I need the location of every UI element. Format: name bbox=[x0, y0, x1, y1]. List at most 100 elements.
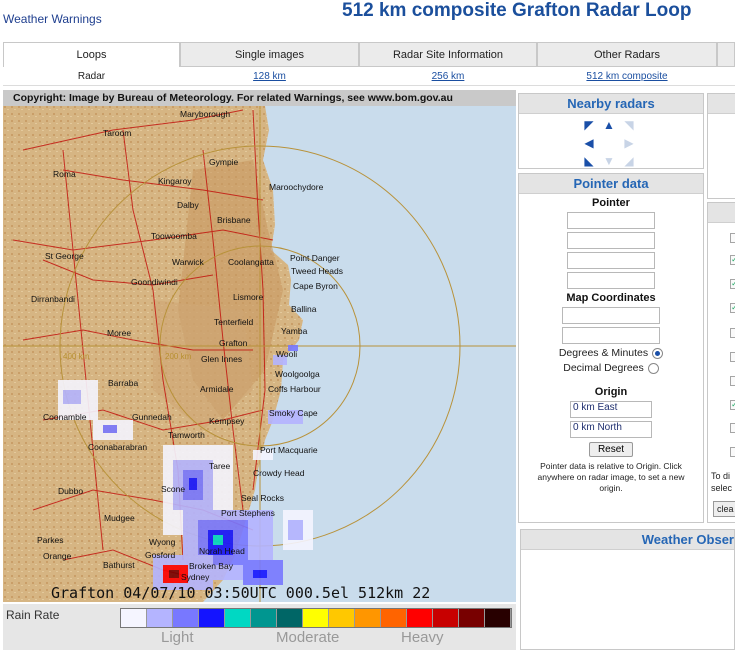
place-label: Wooli bbox=[276, 349, 298, 359]
nearby-radar-arrows: ◤ ▲ ◥ ◀ ▶ ◣ ▼ ◢ bbox=[581, 117, 641, 173]
legend-swatch bbox=[277, 609, 303, 627]
layer-checkbox[interactable]: ✓ bbox=[730, 303, 735, 313]
arrow-northeast-icon: ◥ bbox=[624, 118, 634, 132]
pointer-note: Pointer data is relative to Origin. Clic… bbox=[537, 461, 685, 493]
arrow-southeast-icon: ◢ bbox=[624, 154, 634, 168]
place-label: Scone bbox=[161, 484, 186, 494]
legend-swatches bbox=[120, 608, 512, 628]
tab-other-radars[interactable]: Other Radars bbox=[537, 43, 717, 67]
range-link-128[interactable]: 128 km bbox=[253, 71, 286, 82]
arrow-southwest-icon[interactable]: ◣ bbox=[581, 153, 597, 169]
place-label: Wyong bbox=[149, 537, 176, 547]
origin-label: Origin bbox=[594, 386, 628, 398]
range-link-512[interactable]: 512 km composite bbox=[586, 71, 667, 82]
layer-checkbox[interactable] bbox=[730, 328, 735, 338]
pointer-field-4[interactable] bbox=[567, 272, 655, 289]
pointer-field-1[interactable] bbox=[567, 212, 655, 229]
side-panel-top bbox=[707, 93, 735, 199]
radar-map bbox=[3, 106, 516, 602]
place-label: Toowoomba bbox=[151, 231, 197, 241]
place-label: Maryborough bbox=[180, 109, 231, 119]
weather-warnings-link[interactable]: Weather Warnings bbox=[3, 12, 102, 26]
place-label: Kingaroy bbox=[158, 176, 192, 186]
place-label: Dubbo bbox=[58, 486, 84, 496]
tab-single-images[interactable]: Single images bbox=[180, 43, 359, 67]
legend-swatch bbox=[459, 609, 485, 627]
layer-checkbox[interactable] bbox=[730, 376, 735, 386]
place-label: Kempsey bbox=[209, 416, 245, 426]
legend-level-moderate: Moderate bbox=[276, 629, 340, 646]
place-label: Orange bbox=[43, 551, 72, 561]
place-label: Port Stephens bbox=[221, 508, 275, 518]
place-label: Coonamble bbox=[43, 412, 87, 422]
place-label: Yamba bbox=[281, 326, 308, 336]
tab-radar-site-information[interactable]: Radar Site Information bbox=[359, 43, 537, 67]
radar-image[interactable]: Copyright: Image by Bureau of Meteorolog… bbox=[3, 90, 516, 602]
place-label: Tenterfield bbox=[214, 317, 254, 327]
degrees-minutes-label: Degrees & Minutes bbox=[558, 347, 649, 359]
place-label: Gympie bbox=[209, 157, 239, 167]
decimal-degrees-label: Decimal Degrees bbox=[563, 362, 644, 374]
place-label: Grafton bbox=[219, 338, 248, 348]
arrow-north-icon[interactable]: ▲ bbox=[601, 117, 617, 133]
origin-east-field[interactable]: 0 km East bbox=[570, 401, 652, 418]
tab-bar: Loops Single images Radar Site Informati… bbox=[3, 42, 735, 67]
side-text-2: selec bbox=[711, 483, 733, 493]
place-label: Armidale bbox=[200, 384, 234, 394]
layer-checkbox[interactable]: ✓ bbox=[730, 279, 735, 289]
place-label: Tamworth bbox=[168, 430, 205, 440]
place-label: Bathurst bbox=[103, 560, 135, 570]
map-coordinate-field-2[interactable] bbox=[562, 327, 660, 344]
place-label: Gunnedah bbox=[132, 412, 172, 422]
place-label: Barraba bbox=[108, 378, 139, 388]
legend-swatch bbox=[225, 609, 251, 627]
legend-swatch bbox=[147, 609, 173, 627]
layer-checkbox[interactable] bbox=[730, 352, 735, 362]
range-link-256[interactable]: 256 km bbox=[432, 71, 465, 82]
side-text-1: To di bbox=[711, 471, 731, 481]
place-label: Parkes bbox=[37, 535, 64, 545]
arrow-northwest-icon[interactable]: ◤ bbox=[581, 117, 597, 133]
decimal-degrees-radio[interactable] bbox=[647, 362, 659, 374]
place-label: Taroom bbox=[103, 128, 132, 138]
legend-swatch bbox=[485, 609, 511, 627]
place-label: Gosford bbox=[145, 550, 176, 560]
pointer-field-3[interactable] bbox=[567, 252, 655, 269]
legend-level-heavy: Heavy bbox=[401, 629, 444, 646]
tab-loops[interactable]: Loops bbox=[3, 43, 180, 67]
map-coordinate-field-1[interactable] bbox=[562, 307, 660, 324]
pointer-label: Pointer bbox=[592, 197, 630, 209]
legend-swatch bbox=[433, 609, 459, 627]
place-label: Broken Bay bbox=[189, 561, 233, 571]
legend-swatch bbox=[199, 609, 225, 627]
origin-north-field[interactable]: 0 km North bbox=[570, 421, 652, 438]
clear-button[interactable]: clea bbox=[713, 501, 735, 517]
place-label: Lismore bbox=[233, 292, 264, 302]
arrow-east-icon: ▶ bbox=[624, 136, 634, 150]
pointer-field-2[interactable] bbox=[567, 232, 655, 249]
arrow-south-icon: ▼ bbox=[603, 154, 615, 168]
pointer-data-panel: Pointer data Pointer Map Coordinates Deg… bbox=[518, 173, 704, 523]
layer-checkbox[interactable] bbox=[730, 447, 735, 457]
arrow-west-icon[interactable]: ◀ bbox=[581, 135, 597, 151]
nearby-radars-panel: Nearby radars ◤ ▲ ◥ ◀ ▶ ◣ ▼ ◢ bbox=[518, 93, 704, 169]
range-subnav: Radar 128 km 256 km 512 km composite bbox=[3, 66, 735, 86]
legend-swatch bbox=[355, 609, 381, 627]
degrees-minutes-radio[interactable] bbox=[652, 347, 664, 359]
legend-level-light: Light bbox=[161, 629, 194, 646]
place-label: Coonabarabran bbox=[88, 442, 148, 452]
reset-button[interactable]: Reset bbox=[588, 442, 634, 457]
subnav-current-radar: Radar bbox=[77, 70, 106, 82]
layer-checkbox[interactable]: ✓ bbox=[730, 255, 735, 265]
place-label: Crowdy Head bbox=[253, 468, 305, 478]
place-label: Moree bbox=[107, 328, 132, 338]
place-label: St George bbox=[45, 251, 84, 261]
ring-label-200: 200 km bbox=[165, 352, 192, 361]
layer-checkbox[interactable] bbox=[730, 423, 735, 433]
layer-checkbox[interactable]: ✓ bbox=[730, 400, 735, 410]
place-label: Dalby bbox=[177, 200, 199, 210]
legend-swatch bbox=[173, 609, 199, 627]
tab-overflow bbox=[717, 43, 735, 67]
pointer-data-title: Pointer data bbox=[519, 174, 703, 194]
layer-checkbox[interactable] bbox=[730, 233, 735, 243]
